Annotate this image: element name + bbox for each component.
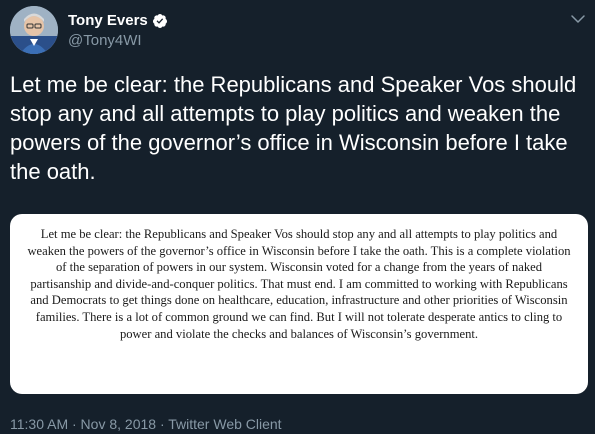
chevron-down-icon[interactable] <box>569 10 587 28</box>
avatar-image <box>10 6 58 54</box>
avatar[interactable] <box>10 6 58 54</box>
verified-badge-icon <box>152 13 168 29</box>
statement-image[interactable]: Let me be clear: the Republicans and Spe… <box>10 214 588 394</box>
author-handle[interactable]: @Tony4WI <box>68 32 142 50</box>
tweet-header: Tony Evers @Tony4WI <box>0 0 595 60</box>
tweet-timestamp[interactable]: 11:30 AM · Nov 8, 2018 · Twitter Web Cli… <box>10 415 282 433</box>
tweet-text: Let me be clear: the Republicans and Spe… <box>10 72 577 184</box>
author-name[interactable]: Tony Evers <box>68 11 148 31</box>
author-name-row[interactable]: Tony Evers <box>68 11 168 31</box>
statement-text: Let me be clear: the Republicans and Spe… <box>27 227 571 341</box>
